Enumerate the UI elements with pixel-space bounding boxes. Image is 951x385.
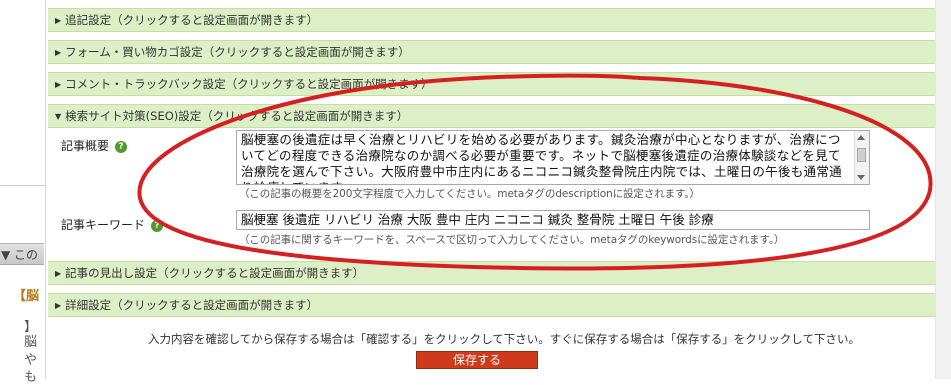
section-label: 追記設定（クリックすると設定画面が開きます）: [65, 13, 319, 27]
section-comment[interactable]: ▶ コメント・トラックバック設定（クリックすると設定画面が開きます）: [48, 72, 935, 96]
page-scrollbar[interactable]: [935, 0, 951, 379]
section-label: 記事の見出し設定（クリックすると設定画面が開きます）: [65, 266, 365, 280]
expand-arrow-icon: ▶: [55, 16, 62, 25]
keyword-hint: （この記事に関するキーワードを、スペースで区切って入力してください。metaタグ…: [239, 234, 785, 246]
save-instructions: 入力内容を確認してから保存する場合は「確認する」をクリックして下さい。すぐに保存…: [148, 332, 860, 346]
left-panel: ▼ この 【脳 】 脳 や も: [0, 0, 48, 385]
summary-text: 脳梗塞の後遺症は早く治療とリハビリを始める必要があります。鍼灸治療が中心となりま…: [241, 132, 842, 184]
section-form[interactable]: ▶ フォーム・買い物カゴ設定（クリックすると設定画面が開きます）: [48, 40, 935, 64]
left-collapse-tab[interactable]: ▼ この: [0, 243, 44, 265]
divider: [45, 0, 46, 379]
expand-arrow-icon: ▶: [55, 269, 62, 278]
summary-hint: （この記事の概要を200文字程度で入力してください。metaタグのdescrip…: [239, 188, 700, 200]
keyword-label: 記事キーワード?: [61, 216, 164, 233]
divider: [0, 185, 46, 186]
expand-arrow-icon: ▶: [55, 48, 62, 57]
save-button[interactable]: 保存する: [416, 351, 538, 369]
left-snippet: 脳: [24, 335, 38, 350]
textarea-scrollbar[interactable]: [854, 131, 869, 184]
summary-textarea[interactable]: 脳梗塞の後遺症は早く治療とリハビリを始める必要があります。鍼灸治療が中心となりま…: [236, 130, 870, 185]
help-icon[interactable]: ?: [115, 141, 128, 153]
section-label: 検索サイト対策(SEO)設定（クリックすると設定画面が開きます）: [65, 109, 409, 123]
scroll-up-icon[interactable]: [857, 135, 865, 140]
expand-arrow-icon: ▶: [55, 301, 62, 310]
keyword-label-text: 記事キーワード: [61, 218, 146, 232]
section-seo[interactable]: ▼ 検索サイト対策(SEO)設定（クリックすると設定画面が開きます）: [48, 104, 935, 128]
section-detail[interactable]: ▶ 詳細設定（クリックすると設定画面が開きます）: [48, 293, 935, 317]
section-tsuiki[interactable]: ▶ 追記設定（クリックすると設定画面が開きます）: [48, 8, 935, 32]
section-label: フォーム・買い物カゴ設定（クリックすると設定画面が開きます）: [65, 45, 410, 59]
summary-label-text: 記事概要: [61, 139, 110, 153]
scroll-down-icon[interactable]: [857, 175, 865, 180]
section-label: 詳細設定（クリックすると設定画面が開きます）: [65, 298, 319, 312]
left-post-title[interactable]: 【脳: [13, 285, 39, 304]
keyword-input[interactable]: 脳梗塞 後遺症 リハビリ 治療 大阪 豊中 庄内 ニコニコ 鍼灸 整骨院 土曜日…: [236, 210, 870, 230]
section-heading[interactable]: ▶ 記事の見出し設定（クリックすると設定画面が開きます）: [48, 261, 935, 285]
section-label: コメント・トラックバック設定（クリックすると設定画面が開きます）: [65, 77, 433, 91]
scroll-thumb[interactable]: [857, 148, 866, 162]
left-snippet: も: [24, 370, 38, 385]
settings-panel: ▶ 追記設定（クリックすると設定画面が開きます） ▶ フォーム・買い物カゴ設定（クリ…: [48, 0, 935, 379]
collapse-arrow-icon: ▼: [55, 112, 62, 121]
help-icon[interactable]: ?: [151, 220, 164, 232]
summary-label: 記事概要?: [61, 137, 128, 154]
expand-arrow-icon: ▶: [55, 80, 62, 89]
